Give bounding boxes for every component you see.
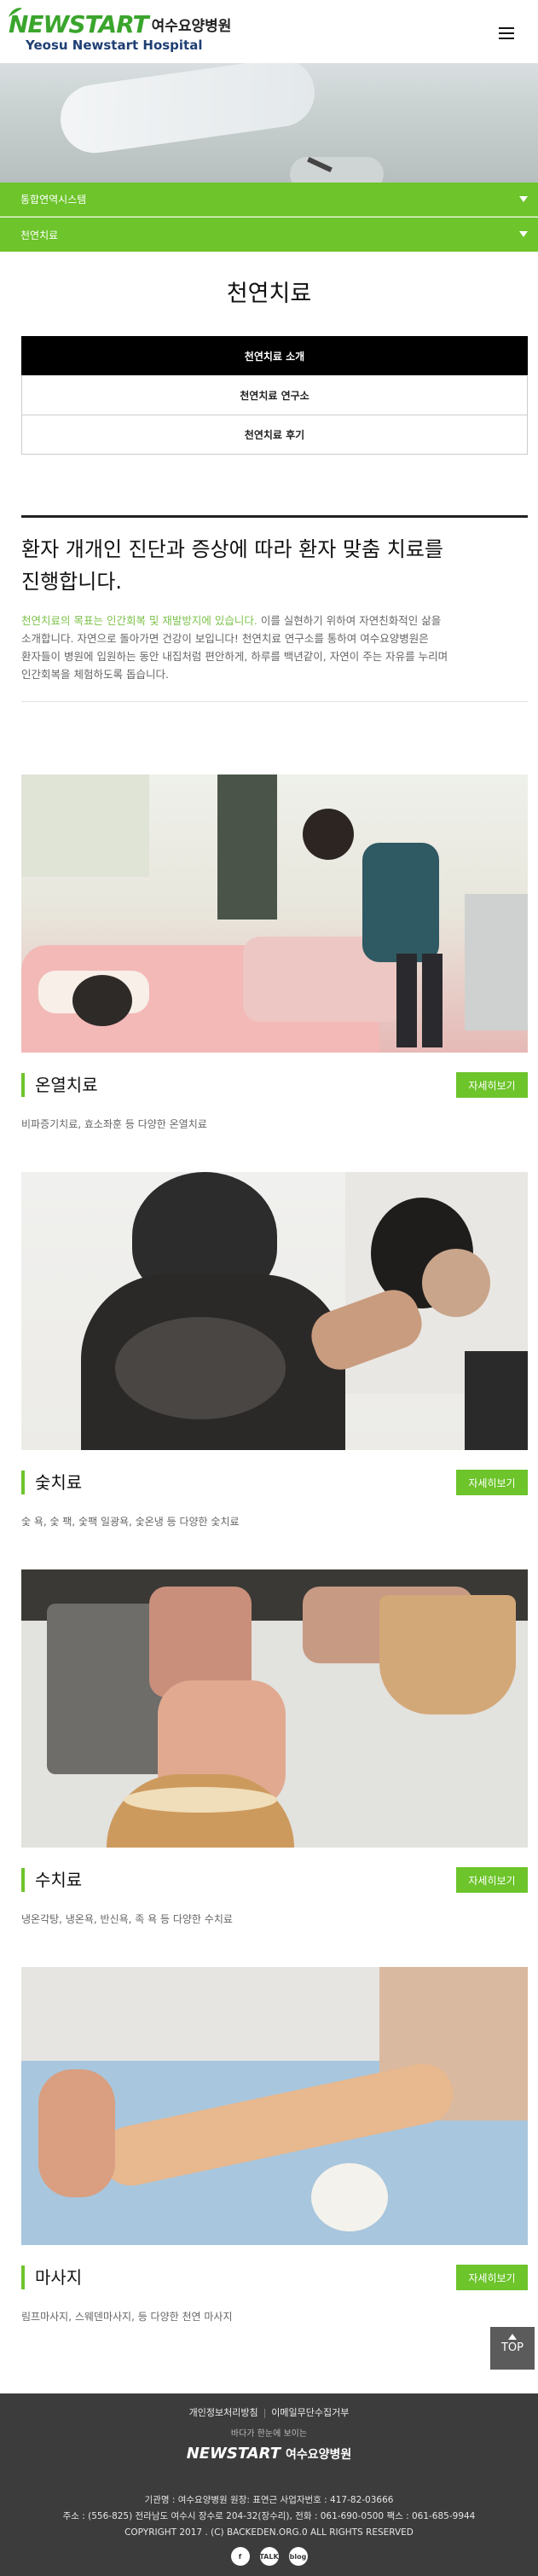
arrow-up-icon xyxy=(508,2334,517,2340)
facebook-icon[interactable]: f xyxy=(230,2547,250,2566)
charcoal-therapy-description: 숯 욕, 숯 팩, 숯팩 일광욕, 숯온냉 등 다양한 숯치료 xyxy=(21,1516,240,1528)
caret-down-icon xyxy=(519,196,528,202)
massage-title: 마사지 xyxy=(21,2266,82,2289)
leaf-icon xyxy=(9,8,22,17)
headline-line-1: 환자 개개인 진단과 증상에 따라 환자 맞춤 치료를 xyxy=(21,537,444,561)
intro-line-4: 인간회복을 체험하도록 돕습니다. xyxy=(21,668,169,681)
subcategory-dropdown[interactable]: 천연치료 xyxy=(0,218,538,252)
blog-icon[interactable]: blog xyxy=(288,2547,308,2566)
tab-natural-therapy-intro[interactable]: 천연치료 소개 xyxy=(21,336,528,375)
charcoal-therapy-title: 숯치료 xyxy=(21,1471,82,1494)
heat-therapy-title: 온열치료 xyxy=(21,1073,98,1097)
logo-korean-name: 여수요양병원 xyxy=(151,18,232,35)
hydrotherapy-more-button[interactable]: 자세히보기 xyxy=(456,1867,528,1893)
logo-subtitle: Yeosu Newstart Hospital xyxy=(26,38,203,53)
footer-logo-korean: 여수요양병원 xyxy=(286,2448,352,2462)
intro-line-1: 이를 실현하기 위하여 자연친화적인 삶을 xyxy=(257,614,442,627)
heat-therapy-description: 비파증기치료, 효소좌훈 등 다양한 온열치료 xyxy=(21,1118,207,1130)
site-header: NEWSTART 여수요양병원 Yeosu Newstart Hospital xyxy=(0,0,538,63)
page-title: 천연치료 xyxy=(226,281,312,307)
footer-links: 개인정보처리방침 | 이메일무단수집거부 xyxy=(188,2407,350,2418)
massage-photo xyxy=(21,1967,528,2245)
intro-line-2: 소개합니다. 자연으로 돌아가면 건강이 보입니다! 천연치료 연구소를 통하여… xyxy=(21,632,429,645)
category-dropdown[interactable]: 통합연역시스템 xyxy=(0,183,538,217)
category-dropdown-label: 통합연역시스템 xyxy=(20,194,87,206)
subcategory-dropdown-label: 천연치료 xyxy=(20,229,59,241)
scroll-to-top-button[interactable]: TOP xyxy=(490,2327,535,2370)
privacy-policy-link[interactable]: 개인정보처리방침 xyxy=(189,2407,258,2418)
hydrotherapy-title: 수치료 xyxy=(21,1868,82,1892)
social-links: f TALK blog xyxy=(0,2547,538,2566)
heat-therapy-more-button[interactable]: 자세히보기 xyxy=(456,1072,528,1098)
intro-headline: 환자 개개인 진단과 증상에 따라 환자 맞춤 치료를 진행합니다. xyxy=(21,533,499,598)
email-refusal-link[interactable]: 이메일무단수집거부 xyxy=(271,2407,349,2418)
intro-paragraph: 천연치료의 목표는 인간회복 및 재발방지에 있습니다. 이를 실현하기 위하여… xyxy=(21,612,524,683)
caret-down-icon xyxy=(519,231,528,237)
intro-divider xyxy=(21,701,528,702)
top-button-label: TOP xyxy=(500,2341,524,2354)
tab-natural-therapy-lab[interactable]: 천연치료 연구소 xyxy=(21,376,528,415)
massage-more-button[interactable]: 자세히보기 xyxy=(456,2265,528,2290)
heat-therapy-photo xyxy=(21,775,528,1053)
footer-copyright: COPYRIGHT 2017 . (C) BACKEDEN.ORG.0 ALL … xyxy=(124,2527,414,2538)
charcoal-therapy-more-button[interactable]: 자세히보기 xyxy=(456,1470,528,1495)
footer-info-line-2: 주소 : (556-825) 전라남도 여수시 장수로 204-32(장수리),… xyxy=(62,2511,476,2521)
footer-slogan: 바다가 한눈에 보이는 xyxy=(230,2429,308,2439)
hydrotherapy-description: 냉온각탕, 냉온욕, 반신욕, 족 욕 등 다양한 수치료 xyxy=(21,1913,233,1925)
headline-line-2: 진행합니다. xyxy=(21,570,123,594)
intro-line-3: 환자들이 병원에 입원하는 동안 내집처럼 편안하게, 하루를 백년같이, 자연… xyxy=(21,650,448,663)
section-divider xyxy=(21,515,528,518)
site-logo[interactable]: NEWSTART 여수요양병원 Yeosu Newstart Hospital xyxy=(9,8,232,53)
intro-highlight: 천연치료의 목표는 인간회복 및 재발방지에 있습니다. xyxy=(21,614,257,627)
logo-wordmark: NEWSTART xyxy=(9,10,149,38)
kakaotalk-icon[interactable]: TALK xyxy=(259,2547,279,2566)
hamburger-menu-icon[interactable] xyxy=(499,27,514,39)
hydrotherapy-photo xyxy=(21,1569,528,1848)
footer-logo: NEWSTART 여수요양병원 xyxy=(0,2445,538,2463)
footer-logo-wordmark: NEWSTART xyxy=(186,2445,281,2463)
hero-banner-image xyxy=(0,63,538,183)
tab-natural-therapy-reviews[interactable]: 천연치료 후기 xyxy=(21,415,528,455)
charcoal-therapy-photo xyxy=(21,1172,528,1450)
footer-company-info: 기관명 : 여수요양병원 원장: 표연근 사업자번호 : 417-82-0366… xyxy=(0,2492,538,2541)
massage-description: 림프마사지, 스웨덴마사지, 등 다양한 천연 마사지 xyxy=(21,2311,233,2323)
site-footer: 개인정보처리방침 | 이메일무단수집거부 바다가 한눈에 보이는 NEWSTART … xyxy=(0,2393,538,2576)
footer-info-line-1: 기관명 : 여수요양병원 원장: 표연근 사업자번호 : 417-82-0366… xyxy=(144,2495,394,2505)
